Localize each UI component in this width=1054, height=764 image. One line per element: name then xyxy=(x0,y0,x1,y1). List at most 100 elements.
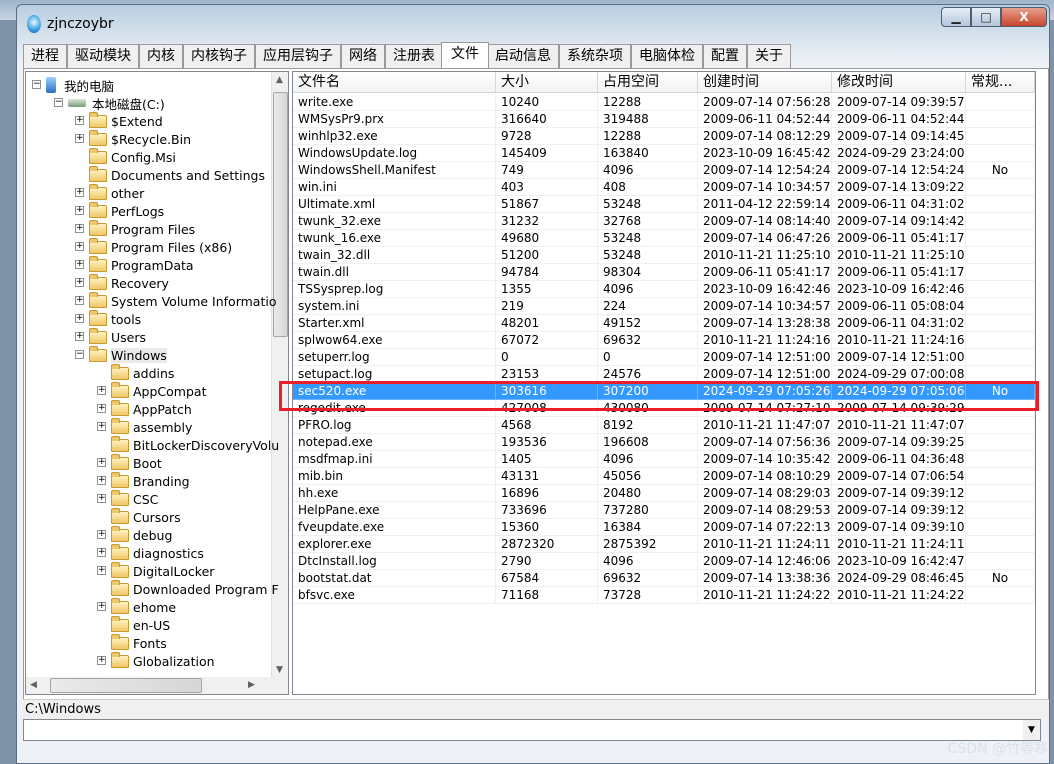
expand-toggle[interactable]: + xyxy=(97,458,106,467)
tree-node[interactable]: ehome xyxy=(111,597,176,616)
table-row[interactable]: write.exe 10240 12288 2009-07-14 07:56:28 20… xyxy=(293,94,1035,111)
tab-7[interactable]: 文件 xyxy=(441,42,489,68)
tree-node[interactable]: DigitalLocker xyxy=(111,561,214,580)
table-row[interactable]: TSSysprep.log 1355 4096 2023-10-09 16:42:46… xyxy=(293,281,1035,298)
table-row[interactable]: WindowsShell.Manifest 749 4096 2009-07-14 1… xyxy=(293,162,1035,179)
tab-8[interactable]: 启动信息 xyxy=(487,44,559,68)
tab-2[interactable]: 内核 xyxy=(139,44,183,68)
expand-toggle[interactable]: + xyxy=(75,242,84,251)
table-row[interactable]: winhlp32.exe 9728 12288 2009-07-14 08:12:29… xyxy=(293,128,1035,145)
tree-node[interactable]: Documents and Settings xyxy=(89,165,265,184)
table-row[interactable]: twain.dll 94784 98304 2009-06-11 05:41:17 20… xyxy=(293,264,1035,281)
chevron-down-icon[interactable]: ▼ xyxy=(1023,720,1040,740)
tree-node[interactable]: 我的电脑 xyxy=(46,76,114,94)
expand-toggle[interactable]: + xyxy=(75,332,84,341)
tree-node[interactable]: Program Files xyxy=(89,219,195,238)
tab-12[interactable]: 关于 xyxy=(747,44,791,68)
expand-toggle[interactable]: + xyxy=(97,494,106,503)
tree-node[interactable]: ProgramData xyxy=(89,255,194,274)
tree-horizontal-scrollbar[interactable]: ◀ ▶ xyxy=(26,677,288,694)
expand-toggle[interactable]: + xyxy=(75,296,84,305)
tree-node[interactable]: PerfLogs xyxy=(89,201,164,220)
expand-toggle[interactable]: − xyxy=(32,80,41,89)
column-header[interactable]: 修改时间 xyxy=(832,72,966,92)
minimize-button[interactable]: ▁ xyxy=(941,7,971,27)
table-row[interactable]: WindowsUpdate.log 145409 163840 2023-10-09 … xyxy=(293,145,1035,162)
table-row[interactable]: win.ini 403 408 2009-07-14 10:34:57 2009-07-… xyxy=(293,179,1035,196)
tree-node[interactable]: AppCompat xyxy=(111,381,206,400)
tab-6[interactable]: 注册表 xyxy=(385,44,443,68)
expand-toggle[interactable]: + xyxy=(75,188,84,197)
tree-node[interactable]: Branding xyxy=(111,471,190,490)
table-row[interactable]: system.ini 219 224 2009-07-14 10:34:57 2009-… xyxy=(293,298,1035,315)
column-header[interactable]: 创建时间 xyxy=(698,72,832,92)
table-row[interactable]: explorer.exe 2872320 2875392 2010-11-21 11:… xyxy=(293,536,1035,553)
tree-node[interactable]: Boot xyxy=(111,453,162,472)
tab-4[interactable]: 应用层钩子 xyxy=(255,44,341,68)
tree-node[interactable]: Config.Msi xyxy=(89,147,176,166)
expand-toggle[interactable]: + xyxy=(75,314,84,323)
expand-toggle[interactable]: − xyxy=(75,350,84,359)
expand-toggle[interactable]: + xyxy=(75,116,84,125)
tab-10[interactable]: 电脑体检 xyxy=(631,44,703,68)
tree-node[interactable]: en-US xyxy=(111,615,170,634)
tab-0[interactable]: 进程 xyxy=(23,44,67,68)
table-row[interactable]: twunk_16.exe 49680 53248 2009-07-14 06:47:2… xyxy=(293,230,1035,247)
tree-node[interactable]: Recovery xyxy=(89,273,169,292)
expand-toggle[interactable]: + xyxy=(75,134,84,143)
table-row[interactable]: msdfmap.ini 1405 4096 2009-07-14 10:35:42 20… xyxy=(293,451,1035,468)
expand-toggle[interactable]: + xyxy=(97,476,106,485)
table-row[interactable]: Starter.xml 48201 49152 2009-07-14 13:28:38… xyxy=(293,315,1035,332)
tree-node[interactable]: Users xyxy=(89,327,146,346)
tab-1[interactable]: 驱动模块 xyxy=(67,44,139,68)
command-combo[interactable]: ▼ xyxy=(23,719,1041,741)
tree-node[interactable]: Program Files (x86) xyxy=(89,237,232,256)
table-row[interactable]: DtcInstall.log 2790 4096 2009-07-14 12:46:0… xyxy=(293,553,1035,570)
tree-node[interactable]: Downloaded Program F xyxy=(111,579,279,598)
table-row[interactable]: hh.exe 16896 20480 2009-07-14 08:29:03 2009-… xyxy=(293,485,1035,502)
expand-toggle[interactable]: + xyxy=(75,206,84,215)
maximize-button[interactable]: □ xyxy=(971,7,1001,27)
tree-node[interactable]: BitLockerDiscoveryVolu xyxy=(111,435,279,454)
table-row[interactable]: HelpPane.exe 733696 737280 2009-07-14 08:29… xyxy=(293,502,1035,519)
table-row[interactable]: bootstat.dat 67584 69632 2009-07-14 13:38:3… xyxy=(293,570,1035,587)
tree-node[interactable]: diagnostics xyxy=(111,543,204,562)
tree-node[interactable]: other xyxy=(89,183,144,202)
tree-node[interactable]: tools xyxy=(89,309,141,328)
tree-node[interactable]: 本地磁盘(C:) xyxy=(68,94,165,112)
scroll-thumb[interactable] xyxy=(50,678,202,693)
tab-9[interactable]: 系统杂项 xyxy=(559,44,631,68)
tree-node[interactable]: CSC xyxy=(111,489,158,508)
expand-toggle[interactable]: + xyxy=(97,566,106,575)
tree-node[interactable]: $Extend xyxy=(89,111,163,130)
tree-node[interactable]: System Volume Informatio xyxy=(89,291,277,310)
tree-node[interactable]: assembly xyxy=(111,417,192,436)
expand-toggle[interactable]: + xyxy=(75,224,84,233)
scroll-left-icon[interactable]: ◀ xyxy=(30,680,37,690)
scroll-down-icon[interactable]: ▼ xyxy=(276,665,283,675)
tree-node[interactable]: AppPatch xyxy=(111,399,192,418)
expand-toggle[interactable]: + xyxy=(97,386,106,395)
tree-node[interactable]: Windows xyxy=(89,345,167,364)
tree-node[interactable]: Cursors xyxy=(111,507,181,526)
table-row[interactable]: splwow64.exe 67072 69632 2010-11-21 11:24:1… xyxy=(293,332,1035,349)
column-header[interactable]: 常规... xyxy=(966,72,1035,92)
expand-toggle[interactable]: + xyxy=(97,656,106,665)
scroll-up-icon[interactable]: ▲ xyxy=(276,75,283,85)
table-row[interactable]: twunk_32.exe 31232 32768 2009-07-14 08:14:4… xyxy=(293,213,1035,230)
scroll-right-icon[interactable]: ▶ xyxy=(248,680,255,690)
expand-toggle[interactable]: + xyxy=(97,530,106,539)
table-row[interactable]: twain_32.dll 51200 53248 2010-11-21 11:25:1… xyxy=(293,247,1035,264)
expand-toggle[interactable]: + xyxy=(97,404,106,413)
table-row[interactable]: fveupdate.exe 15360 16384 2009-07-14 07:22:… xyxy=(293,519,1035,536)
table-row[interactable]: setuperr.log 0 0 2009-07-14 12:51:00 2009-07… xyxy=(293,349,1035,366)
expand-toggle[interactable]: + xyxy=(75,260,84,269)
column-header[interactable]: 文件名 xyxy=(293,72,496,92)
expand-toggle[interactable]: + xyxy=(97,602,106,611)
tree-node[interactable]: $Recycle.Bin xyxy=(89,129,191,148)
column-header[interactable]: 大小 xyxy=(496,72,598,92)
table-row[interactable]: WMSysPr9.prx 316640 319488 2009-06-11 04:52… xyxy=(293,111,1035,128)
expand-toggle[interactable]: + xyxy=(97,422,106,431)
tree-node[interactable]: addins xyxy=(111,363,174,382)
expand-toggle[interactable]: + xyxy=(97,548,106,557)
